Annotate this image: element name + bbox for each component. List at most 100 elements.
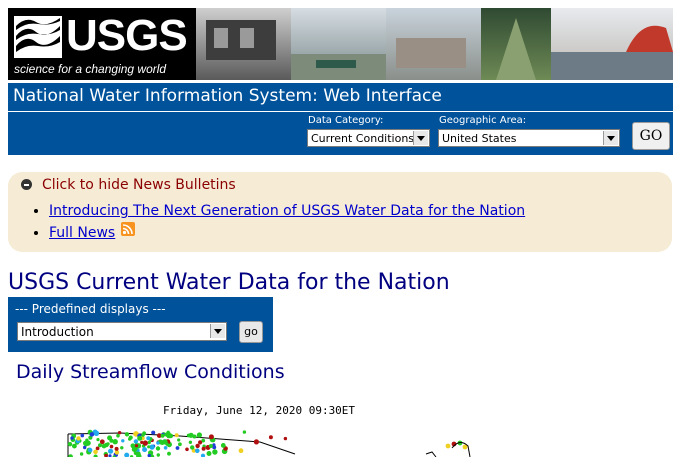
usgs-banner[interactable]: USGS science for a changing world [8,8,673,80]
logo-wordmark: USGS [66,11,188,60]
gauge-dot [188,440,193,444]
map-timestamp: Friday, June 12, 2020 09:30ET [163,404,356,417]
section-heading: Daily Streamflow Conditions [16,361,285,383]
list-item: Introducing The Next Generation of USGS … [49,202,525,220]
site-title-bar: National Water Information System: Web I… [8,83,673,111]
gauge-dot [117,431,122,435]
gauge-dot [174,433,179,438]
gauge-dot [198,440,203,445]
gauge-dot [160,433,165,438]
gauge-dot [89,432,95,437]
gauge-dot [87,447,93,453]
gauge-dot [106,442,110,446]
usgs-logo[interactable]: USGS science for a changing world [8,8,196,80]
gauge-dot [201,446,206,451]
gauge-dot [155,446,161,451]
gauge-dot [142,440,148,446]
rss-icon[interactable] [121,222,136,236]
gauge-dot [128,437,132,441]
news-list: Introducing The Next Generation of USGS … [30,202,525,244]
geographic-area-value: United States [442,132,517,145]
gauge-dot [137,435,143,441]
gauge-dot [108,448,114,454]
gauge-dot [147,440,151,445]
data-category-label: Data Category: [308,115,384,126]
gauge-dot [190,445,195,450]
gauge-dot [124,452,130,457]
gauge-dot [96,438,100,442]
gauge-dot [200,453,206,457]
gauge-dot [76,436,81,441]
gauge-dot [242,430,247,434]
gauge-dot [163,446,168,450]
gauge-dot [445,443,451,449]
predefined-displays-value: Introduction [21,325,94,339]
usgs-logo-mark-icon [14,16,62,58]
gauge-dot [72,443,77,449]
gauge-dot [93,449,98,455]
dropdown-arrow-icon [210,324,225,338]
gauge-dot [212,449,218,455]
list-item: Full News [49,222,525,242]
gauge-dot [196,432,202,438]
page-title: USGS Current Water Data for the Nation [8,270,450,295]
gauge-dot [114,446,119,451]
gauge-dot [116,433,120,438]
collapse-icon [21,179,32,190]
gauge-dot [109,444,114,449]
gauge-dot [165,442,169,446]
gauge-dot [83,445,87,450]
gauge-dot [134,444,139,448]
gauge-dot [208,444,213,448]
news-link-full-news[interactable]: Full News [49,225,115,241]
gauge-dot [151,430,156,435]
streamflow-map[interactable] [60,424,490,457]
site-title: National Water Information System: Web I… [13,86,442,106]
gauge-dot [67,442,73,447]
gauge-dot [175,446,180,450]
gauge-dot [121,439,125,443]
gauge-dot [95,446,100,451]
geographic-area-select[interactable]: United States [438,129,620,147]
news-bulletins: Click to hide News Bulletins Introducing… [8,172,672,252]
gauge-dot [98,443,102,448]
gauge-dot [206,451,212,456]
gauge-dot [268,435,273,440]
geographic-area-label: Geographic Area: [439,115,527,126]
hide-news-toggle[interactable]: Click to hide News Bulletins [21,177,236,193]
predefined-go-button[interactable]: go [239,321,263,343]
news-link-next-generation[interactable]: Introducing The Next Generation of USGS … [49,203,525,219]
go-button[interactable]: GO [632,122,670,150]
gauge-dot [135,451,140,456]
gauge-dot [195,448,200,454]
predefined-displays-panel: --- Predefined displays --- Introduction… [8,297,273,352]
predefined-displays-select[interactable]: Introduction [17,322,227,341]
gauge-dot [185,447,189,452]
gauge-dot [238,448,244,454]
gauge-dot [147,445,151,449]
gauge-dot [141,433,145,437]
gauge-dot [283,436,288,441]
gauge-dot [146,436,151,441]
gauge-dot [177,438,181,442]
gauge-dot [120,446,124,450]
gauge-dot [80,433,85,438]
gauge-dot [208,434,214,440]
gauge-dot [164,432,170,437]
hide-news-label: Click to hide News Bulletins [42,177,236,193]
gauge-dot [131,447,137,452]
gauge-dot [124,432,130,437]
gauge-dot [156,453,160,457]
gauge-dot [253,439,259,445]
gauge-dot [133,439,139,444]
banner-photo-collage [196,8,673,80]
predefined-displays-caption: --- Predefined displays --- [15,302,166,316]
gauge-dot [79,452,84,456]
gauge-dot [178,442,182,447]
gauge-dot [167,451,171,456]
dropdown-arrow-icon [413,131,428,145]
gauge-dot [156,441,160,445]
gauge-dot [112,439,118,445]
gauge-dot [70,436,74,440]
data-category-select[interactable]: Current Conditions [307,129,430,147]
